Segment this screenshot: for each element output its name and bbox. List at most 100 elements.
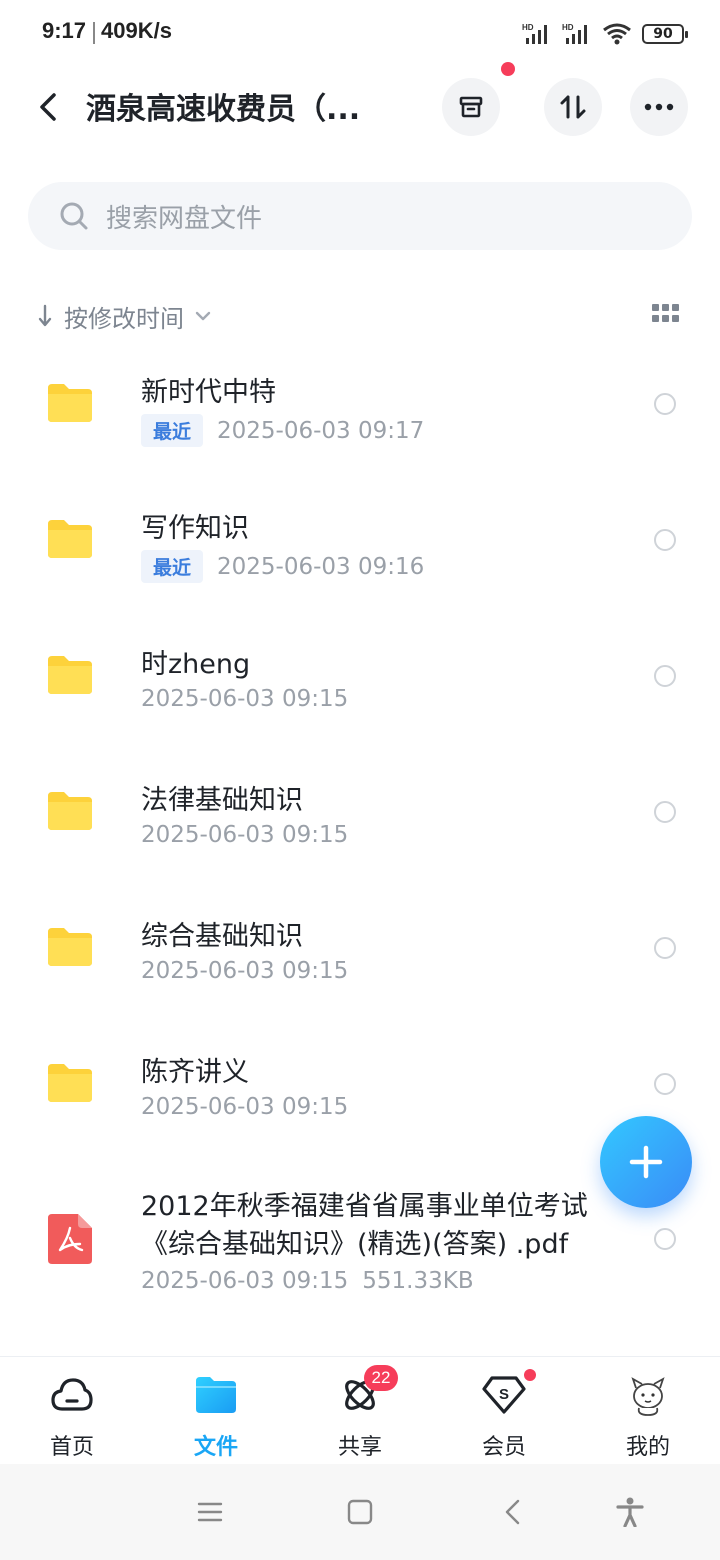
transfer-arrows-icon bbox=[560, 95, 586, 119]
page-title: 酒泉高速收费员（... bbox=[86, 92, 361, 127]
select-radio[interactable] bbox=[654, 1228, 676, 1250]
folder-icon bbox=[48, 520, 92, 558]
file-meta: 最近 2025-06-03 09:17 bbox=[141, 414, 424, 447]
select-radio[interactable] bbox=[654, 1073, 676, 1095]
status-time: 9:17 bbox=[42, 18, 87, 43]
chevron-left-icon bbox=[40, 93, 56, 121]
recent-badge: 最近 bbox=[141, 550, 204, 583]
folder-icon bbox=[192, 1371, 240, 1419]
tab-files[interactable]: 文件 bbox=[144, 1371, 288, 1461]
notification-dot bbox=[501, 62, 515, 76]
svg-text:HD: HD bbox=[522, 23, 534, 32]
file-datetime: 2025-06-03 09:15 bbox=[141, 822, 349, 848]
avatar-icon bbox=[624, 1371, 672, 1419]
file-name-line1: 2012年秋季福建省省属事业单位考试 bbox=[141, 1191, 588, 1222]
tab-home[interactable]: 首页 bbox=[0, 1371, 144, 1461]
vip-diamond-icon: S bbox=[480, 1369, 536, 1419]
folder-icon bbox=[48, 656, 92, 694]
folder-icon bbox=[48, 1064, 92, 1102]
archive-icon bbox=[459, 96, 483, 118]
search-placeholder: 搜索网盘文件 bbox=[106, 203, 263, 234]
square-icon bbox=[347, 1499, 373, 1525]
back-button[interactable] bbox=[28, 82, 68, 132]
folder-icon bbox=[48, 928, 92, 966]
grid-view-icon[interactable] bbox=[652, 304, 680, 326]
file-name: 时zheng bbox=[141, 649, 251, 680]
tab-me[interactable]: 我的 bbox=[576, 1371, 720, 1461]
vip-dot-badge bbox=[524, 1369, 536, 1381]
cloud-icon bbox=[48, 1371, 96, 1419]
system-nav-bar bbox=[0, 1464, 720, 1560]
recent-badge: 最近 bbox=[141, 414, 204, 447]
nav-back-button[interactable] bbox=[492, 1492, 532, 1532]
menu-icon bbox=[197, 1502, 223, 1522]
battery-indicator: 90 bbox=[642, 24, 688, 44]
list-item[interactable]: 时zheng 2025-06-03 09:15 bbox=[0, 622, 720, 742]
file-datetime: 2025-06-03 09:15 bbox=[141, 686, 349, 712]
select-radio[interactable] bbox=[654, 393, 676, 415]
add-button[interactable] bbox=[600, 1116, 692, 1208]
signal-icon: HD bbox=[522, 23, 547, 44]
list-item[interactable]: 写作知识 最近 2025-06-03 09:16 bbox=[0, 486, 720, 606]
tab-label: 会员 bbox=[481, 1435, 526, 1460]
search-bar[interactable]: 搜索网盘文件 bbox=[28, 182, 692, 250]
bottom-tab-bar: 首页 文件 22 共享 S 会员 我的 bbox=[0, 1356, 720, 1465]
archive-button[interactable] bbox=[442, 78, 500, 136]
accessibility-button[interactable] bbox=[610, 1492, 650, 1532]
file-datetime: 2025-06-03 09:15 bbox=[141, 1094, 349, 1120]
select-radio[interactable] bbox=[654, 937, 676, 959]
home-button[interactable] bbox=[340, 1492, 380, 1532]
file-datetime: 2025-06-03 09:15 bbox=[141, 958, 349, 984]
pdf-file-icon bbox=[48, 1214, 92, 1264]
file-name: 新时代中特 bbox=[141, 377, 276, 408]
chevron-down-icon bbox=[195, 311, 211, 321]
file-meta: 2025-06-03 09:15 bbox=[141, 958, 348, 984]
menu-button[interactable] bbox=[190, 1492, 230, 1532]
folder-icon bbox=[48, 384, 92, 422]
list-item[interactable]: 综合基础知识 2025-06-03 09:15 bbox=[0, 894, 720, 1014]
list-item[interactable]: 新时代中特 最近 2025-06-03 09:17 bbox=[0, 350, 720, 470]
file-meta: 2025-06-03 09:15 bbox=[141, 1094, 348, 1120]
search-icon bbox=[56, 198, 92, 234]
file-datetime: 2025-06-03 09:17 bbox=[217, 417, 425, 444]
more-dots-icon bbox=[644, 103, 674, 111]
tab-label: 我的 bbox=[625, 1435, 670, 1460]
file-meta: 2025-06-03 09:15 bbox=[141, 686, 348, 712]
file-name-line2: 《综合基础知识》(精选)(答案) .pdf bbox=[141, 1229, 569, 1260]
tab-label: 共享 bbox=[337, 1435, 382, 1460]
file-name: 法律基础知识 bbox=[141, 785, 303, 816]
file-name: 综合基础知识 bbox=[141, 921, 303, 952]
sort-selector[interactable]: 按修改时间 bbox=[36, 296, 212, 336]
signal-icon: HD bbox=[562, 23, 587, 44]
svg-text:HD: HD bbox=[562, 23, 574, 32]
arrow-down-icon bbox=[38, 304, 52, 327]
list-item[interactable]: 法律基础知识 2025-06-03 09:15 bbox=[0, 758, 720, 878]
select-radio[interactable] bbox=[654, 801, 676, 823]
plus-icon bbox=[629, 1145, 663, 1179]
file-meta: 最近 2025-06-03 09:16 bbox=[141, 550, 424, 583]
tab-share[interactable]: 22 共享 bbox=[288, 1365, 432, 1461]
status-separator bbox=[93, 22, 95, 44]
folder-icon bbox=[48, 792, 92, 830]
tab-label: 首页 bbox=[49, 1435, 94, 1460]
atom-icon: 22 bbox=[336, 1365, 398, 1419]
more-button[interactable] bbox=[630, 78, 688, 136]
accessibility-icon bbox=[616, 1497, 644, 1527]
select-radio[interactable] bbox=[654, 529, 676, 551]
file-name: 写作知识 bbox=[141, 513, 249, 544]
file-meta: 2025-06-03 09:15 bbox=[141, 822, 348, 848]
tab-label: 文件 bbox=[193, 1435, 238, 1460]
svg-text:S: S bbox=[499, 1386, 509, 1403]
file-datetime: 2025-06-03 09:16 bbox=[217, 553, 425, 580]
share-count-badge: 22 bbox=[364, 1365, 398, 1391]
file-size: 551.33KB bbox=[362, 1268, 474, 1294]
tab-vip[interactable]: S 会员 bbox=[432, 1369, 576, 1461]
file-meta: 2025-06-03 09:15 551.33KB bbox=[141, 1268, 474, 1294]
network-speed: 409K/s bbox=[101, 18, 172, 43]
status-icons: HD HD 90 bbox=[522, 20, 688, 48]
wifi-icon bbox=[603, 23, 631, 45]
transfer-button[interactable] bbox=[544, 78, 602, 136]
file-datetime: 2025-06-03 09:15 bbox=[141, 1268, 349, 1294]
select-radio[interactable] bbox=[654, 665, 676, 687]
sort-label: 按修改时间 bbox=[64, 304, 184, 333]
